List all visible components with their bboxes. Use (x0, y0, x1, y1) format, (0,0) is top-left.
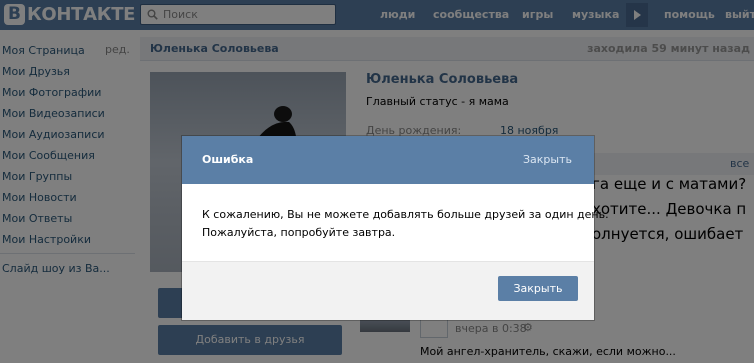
dialog-message: Пожалуйста, попробуйте завтра. (202, 226, 396, 239)
dialog-close-link[interactable]: Закрыть (523, 153, 572, 166)
dialog-message: К сожалению, Вы не можете добавлять боль… (202, 208, 609, 221)
dialog-close-button[interactable]: Закрыть (498, 276, 578, 301)
dialog-header: Ошибка Закрыть (182, 136, 594, 184)
error-dialog: Ошибка Закрыть К сожалению, Вы не можете… (182, 136, 609, 320)
dialog-title: Ошибка (202, 153, 254, 166)
